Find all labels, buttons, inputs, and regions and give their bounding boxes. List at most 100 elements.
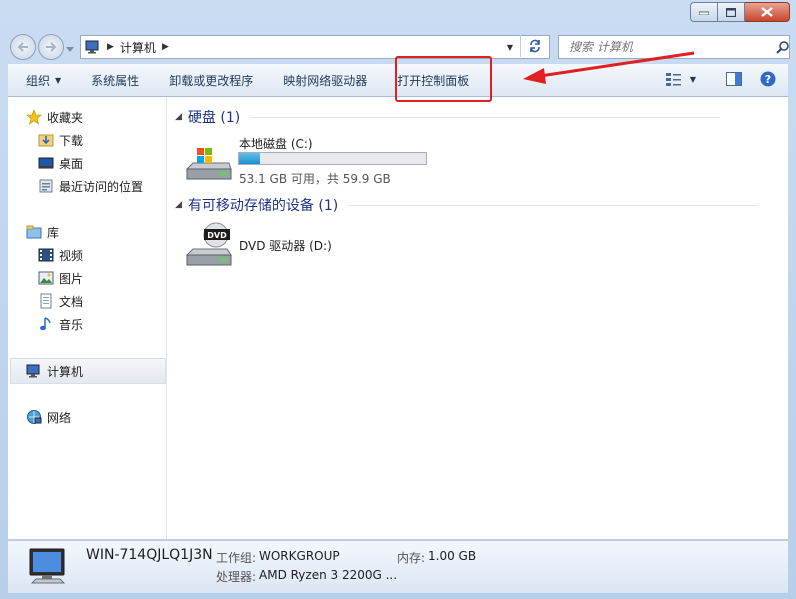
downloads-folder-icon	[38, 132, 54, 148]
sidebar-item-pictures[interactable]: 图片	[38, 268, 83, 288]
computer-small-icon	[85, 40, 101, 54]
library-icon	[26, 224, 42, 240]
sidebar-item-computer[interactable]: 计算机	[26, 361, 83, 381]
processor-value: AMD Ryzen 3 2200G ...	[259, 568, 398, 582]
forward-arrow-icon	[46, 42, 57, 52]
preview-pane-button[interactable]	[726, 72, 742, 89]
sidebar-item-downloads[interactable]: 下载	[38, 130, 83, 150]
close-button[interactable]	[745, 2, 790, 22]
memory-label: 内存:	[397, 551, 426, 565]
network-icon	[26, 409, 42, 425]
sidebar-item-label: 收藏夹	[47, 110, 84, 125]
view-options-button[interactable]: ▼	[665, 72, 696, 86]
explorer-window: ▶ 计算机 ▶ ▼ 组织 ▼ 系统属性 卸载或更改程序 映射网络驱动器 打开控制…	[0, 0, 796, 599]
drive-name: 本地磁盘 (C:)	[239, 137, 313, 151]
sidebar-item-label: 库	[47, 225, 60, 240]
minimize-icon	[699, 11, 709, 15]
workgroup-value: WORKGROUP	[259, 549, 340, 563]
sidebar-item-label: 最近访问的位置	[59, 179, 144, 194]
hard-disk-icon	[185, 148, 232, 180]
svg-text:?: ?	[765, 73, 771, 86]
organize-label: 组织	[26, 73, 51, 88]
group-header-hard-disks[interactable]: ◢ 硬盘 (1)	[175, 107, 721, 127]
sidebar-item-libraries[interactable]: 库	[26, 222, 59, 242]
sidebar-item-music[interactable]: 音乐	[38, 314, 83, 334]
group-divider	[250, 116, 721, 118]
sidebar-item-label: 视频	[59, 248, 84, 263]
sidebar-item-documents[interactable]: 文档	[38, 291, 83, 311]
group-divider	[348, 204, 759, 206]
drive-usage-fill	[239, 153, 261, 164]
help-button[interactable]: ?	[760, 71, 776, 90]
sidebar-item-label: 桌面	[59, 156, 84, 171]
details-pane: WIN-714QJLQ1J3N 工作组: WORKGROUP 内存: 1.00 …	[8, 540, 788, 593]
chevron-down-icon: ▼	[55, 75, 62, 85]
drive-name: DVD 驱动器 (D:)	[239, 239, 332, 253]
memory-value: 1.00 GB	[428, 549, 477, 563]
highlight-annotation-box	[395, 56, 492, 102]
breadcrumb-separator-icon[interactable]: ▶	[162, 42, 169, 52]
refresh-icon	[530, 39, 540, 53]
music-note-icon	[38, 316, 54, 332]
recent-pages-dropdown[interactable]	[66, 42, 74, 56]
maximize-icon	[726, 7, 736, 17]
sidebar-item-label: 网络	[47, 410, 72, 425]
back-arrow-icon	[17, 42, 28, 52]
star-icon	[26, 109, 42, 125]
close-icon	[761, 7, 773, 17]
sidebar-item-label: 音乐	[59, 317, 84, 332]
search-icon[interactable]	[775, 40, 789, 54]
drive-item-dvd-d[interactable]: DVD DVD 驱动器 (D:)	[185, 221, 385, 269]
dvd-drive-icon: DVD	[185, 222, 232, 266]
back-button[interactable]	[10, 34, 36, 60]
system-properties-button[interactable]: 系统属性	[75, 64, 153, 96]
uninstall-program-button[interactable]: 卸载或更改程序	[153, 64, 267, 96]
map-network-drive-button[interactable]: 映射网络驱动器	[267, 64, 381, 96]
navigation-pane: 收藏夹 下载 桌面 最近访问的位置 库 视频 图片 文档 音乐 计算机 网络	[8, 97, 167, 539]
drive-usage-bar	[238, 152, 427, 165]
organize-button[interactable]: 组织 ▼	[8, 64, 75, 96]
workgroup-label: 工作组:	[216, 551, 257, 565]
drive-item-local-c[interactable]: 本地磁盘 (C:) 53.1 GB 可用，共 59.9 GB	[185, 135, 435, 187]
sidebar-item-network[interactable]: 网络	[26, 407, 71, 427]
document-icon	[38, 293, 54, 309]
sidebar-item-recent-places[interactable]: 最近访问的位置	[38, 176, 143, 196]
chevron-down-icon	[66, 47, 74, 52]
help-icon: ?	[760, 71, 776, 87]
drive-free-space: 53.1 GB 可用，共 59.9 GB	[239, 172, 391, 186]
sidebar-item-label: 计算机	[47, 364, 84, 379]
preview-pane-icon	[726, 72, 742, 86]
sidebar-item-desktop[interactable]: 桌面	[38, 153, 83, 173]
computer-icon	[26, 363, 42, 379]
breadcrumb-computer[interactable]: 计算机	[120, 39, 156, 56]
sidebar-item-label: 图片	[59, 271, 84, 286]
group-header-removable[interactable]: ◢ 有可移动存储的设备 (1)	[175, 195, 759, 215]
computer-large-icon	[29, 548, 66, 584]
group-header-label: 有可移动存储的设备 (1)	[187, 198, 339, 214]
search-box[interactable]	[558, 35, 790, 59]
sidebar-item-favorites[interactable]: 收藏夹	[26, 107, 83, 127]
collapse-triangle-icon[interactable]: ◢	[175, 112, 182, 122]
maximize-button[interactable]	[718, 2, 745, 22]
window-controls	[690, 2, 790, 22]
forward-button[interactable]	[38, 34, 64, 60]
dvd-badge-label: DVD	[207, 231, 227, 240]
group-header-label: 硬盘 (1)	[187, 110, 241, 126]
breadcrumb-separator-icon[interactable]: ▶	[107, 42, 114, 52]
chevron-down-icon: ▼	[689, 74, 696, 84]
video-icon	[38, 247, 54, 263]
computer-name: WIN-714QJLQ1J3N	[86, 547, 213, 563]
picture-icon	[38, 270, 54, 286]
desktop-icon	[38, 155, 54, 171]
processor-label: 处理器:	[216, 570, 257, 584]
address-history-dropdown-icon[interactable]: ▼	[507, 43, 513, 52]
minimize-button[interactable]	[690, 2, 718, 22]
collapse-triangle-icon[interactable]: ◢	[175, 200, 182, 210]
refresh-button[interactable]	[520, 35, 549, 57]
content-pane: ◢ 硬盘 (1) 本地磁盘 (C:) 53.1 GB 可用，共 59.9 GB …	[167, 97, 788, 539]
view-options-icon	[665, 73, 681, 86]
sidebar-item-videos[interactable]: 视频	[38, 245, 83, 265]
recent-places-icon	[38, 178, 54, 194]
search-input[interactable]	[567, 39, 764, 55]
sidebar-item-label: 下载	[59, 133, 84, 148]
